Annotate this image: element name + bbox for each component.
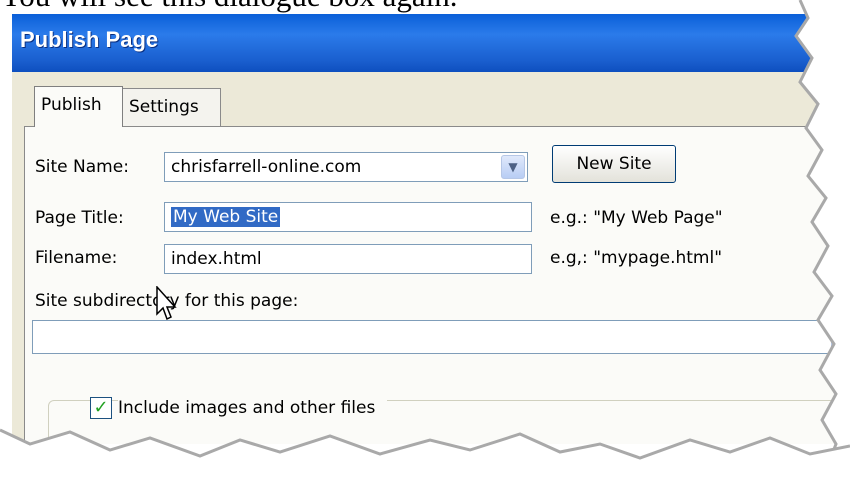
subdirectory-select[interactable]: ▼ [32,320,850,354]
filename-input[interactable]: index.html [164,244,532,274]
tab-settings-label: Settings [129,97,199,117]
dialog-title: Publish Page [20,27,159,52]
include-images-checkbox[interactable]: ✓ [90,397,112,419]
filename-label: Filename: [35,248,118,268]
publish-page-dialog: Publish Page Publish Settings Site Name:… [12,14,850,444]
chevron-down-icon[interactable]: ▼ [501,155,525,179]
new-site-button[interactable]: New Site [552,145,676,183]
mouse-cursor-icon [156,286,177,321]
checkmark-icon: ✓ [93,397,109,418]
tab-publish[interactable]: Publish [34,86,123,127]
subdirectory-chevron-icon[interactable]: ▼ [831,325,849,349]
title-bar[interactable]: Publish Page [12,14,850,72]
tab-publish-label: Publish [41,95,102,115]
site-name-select[interactable]: chrisfarrell-online.com ▼ [164,152,528,182]
include-images-label: Include images and other files [118,398,388,418]
tab-settings[interactable]: Settings [122,88,221,126]
page-title-hint: e.g.: "My Web Page" [550,208,723,228]
filename-hint: e.g,: "mypage.html" [550,248,723,268]
page-title-value: My Web Site [171,207,281,227]
filename-value: index.html [171,249,262,269]
caption-text: You will see this dialogue box again. [0,0,458,14]
site-name-label: Site Name: [35,157,129,177]
page-title-input[interactable]: My Web Site [164,202,532,232]
page-title-label: Page Title: [35,208,124,228]
site-name-value: chrisfarrell-online.com [171,157,362,177]
